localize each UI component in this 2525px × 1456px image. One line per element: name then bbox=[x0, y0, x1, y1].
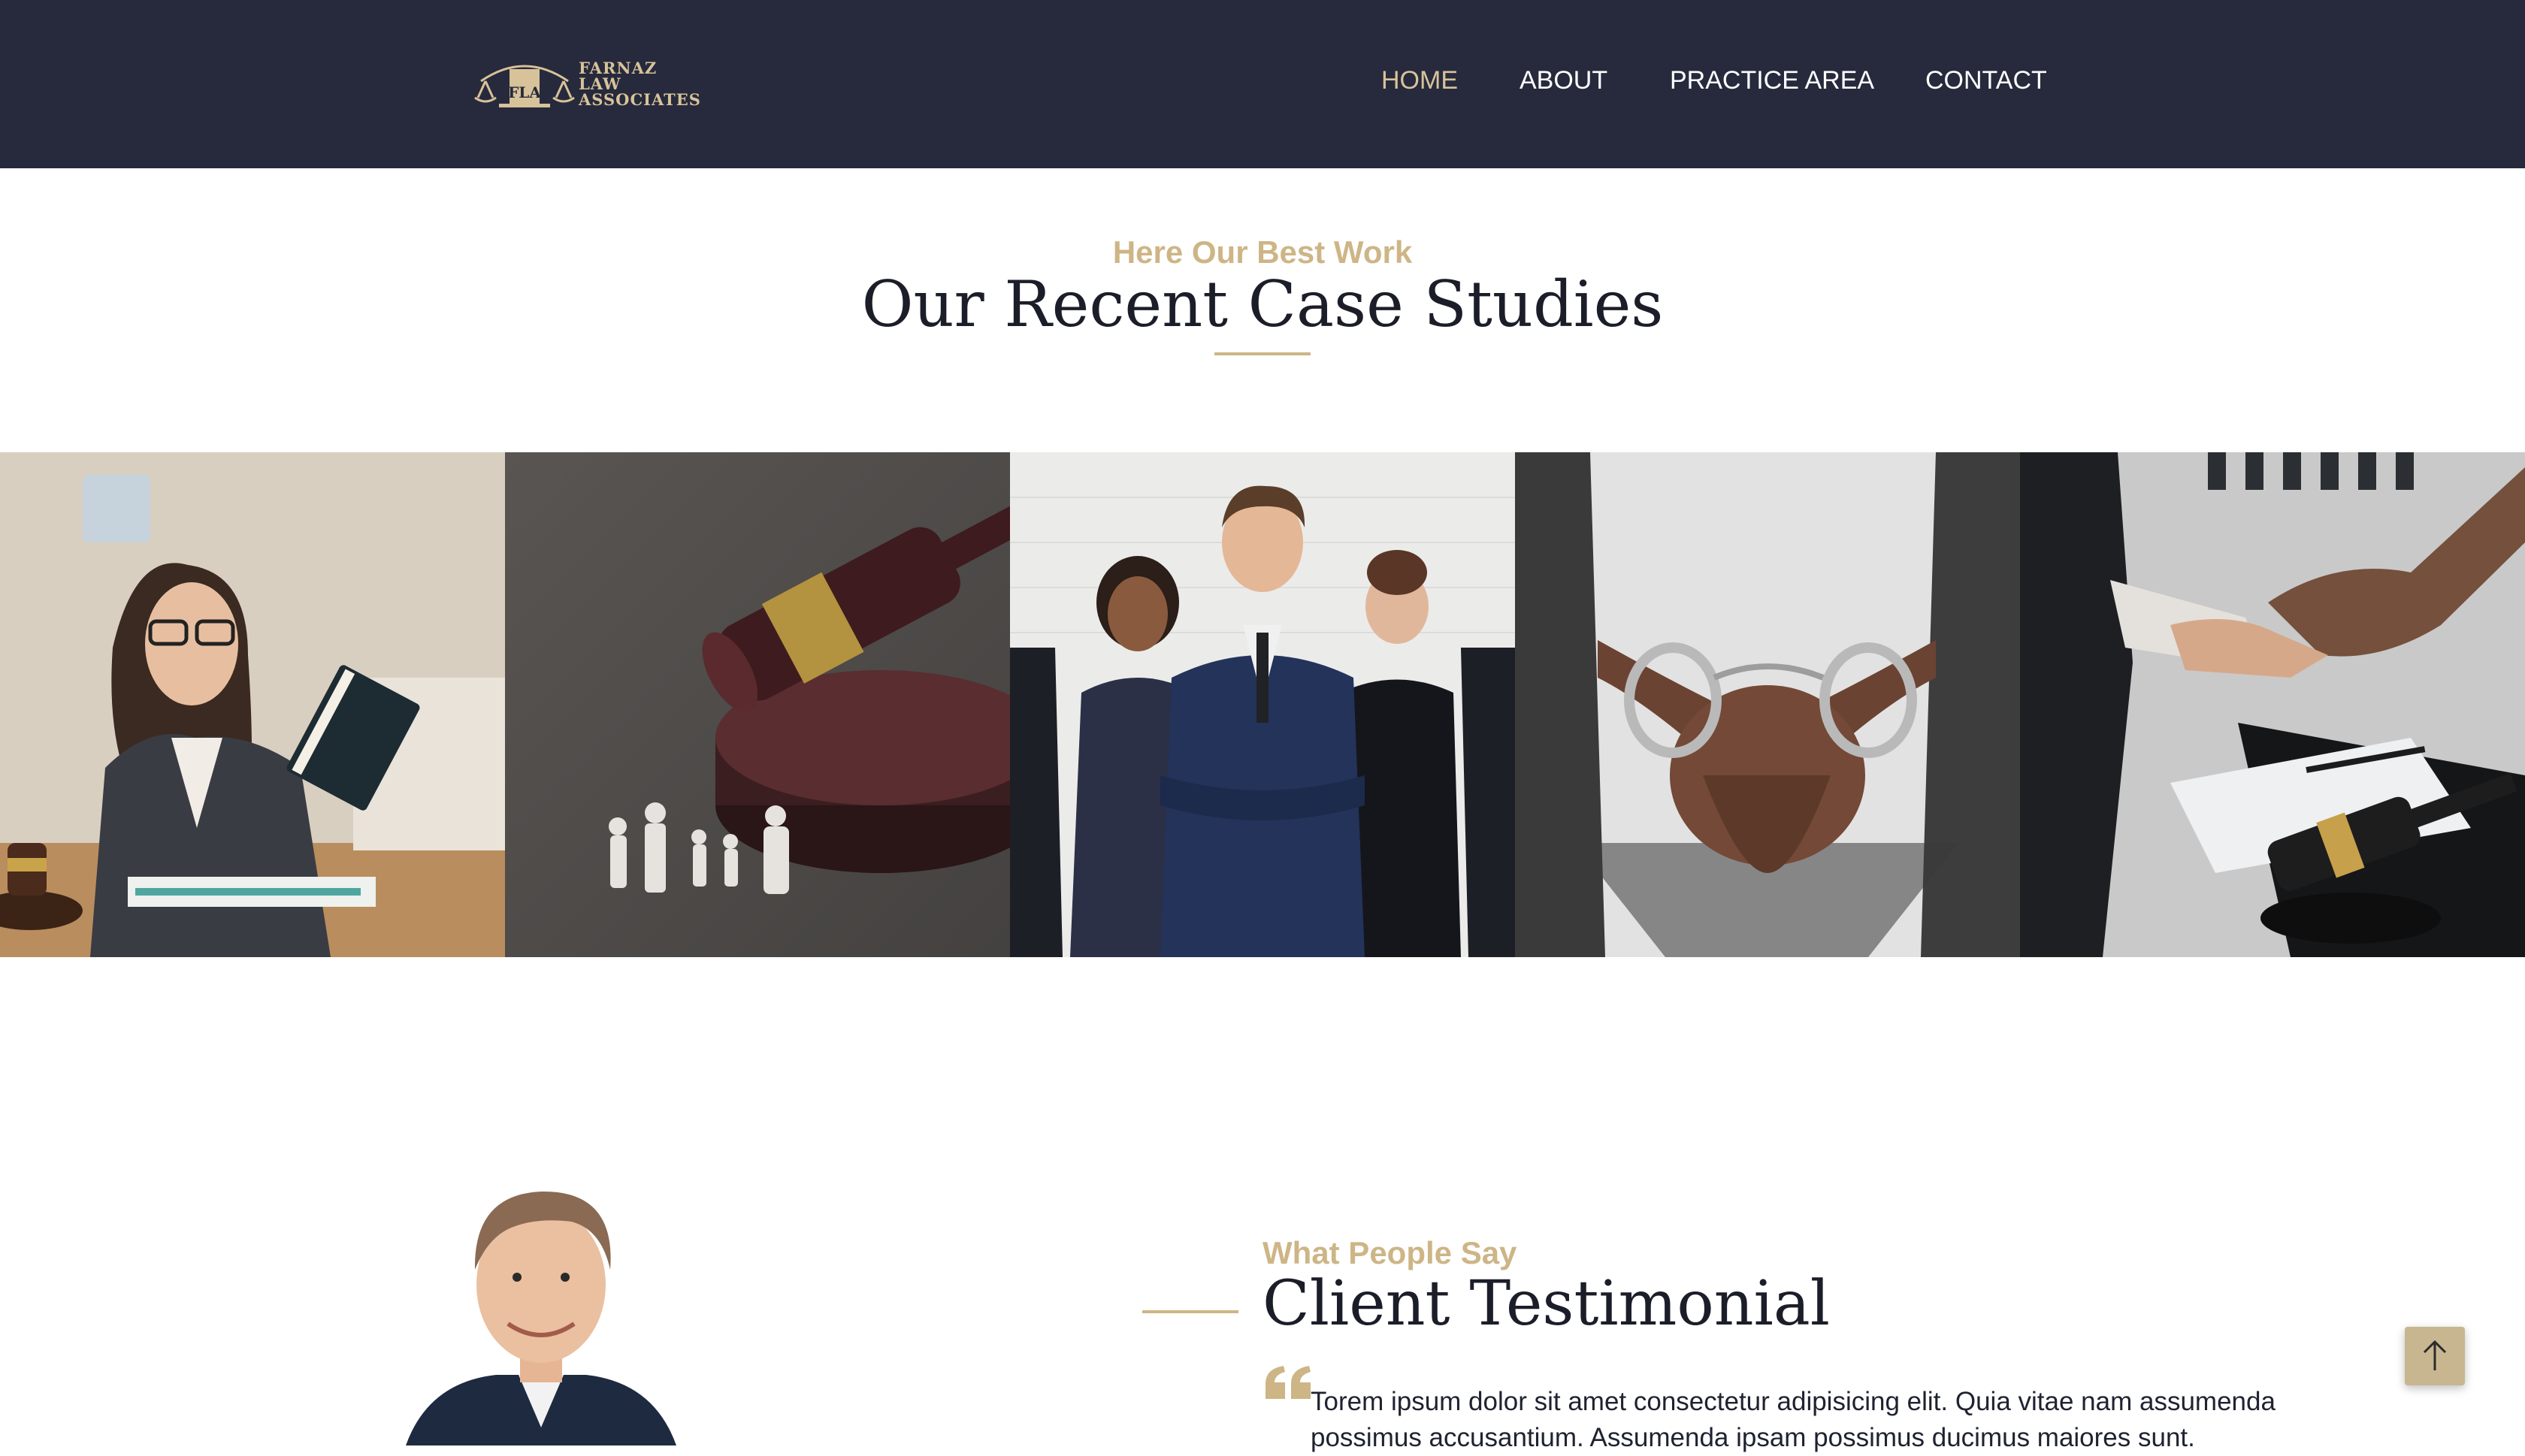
nav-practice-area[interactable]: PRACTICE AREA bbox=[1670, 66, 1874, 102]
site-header: FLA FARNAZ LAW ASSOCIATES HOME ABOUT PRA… bbox=[0, 0, 2525, 168]
case-study-image-2[interactable] bbox=[505, 452, 1010, 957]
arrow-up-icon bbox=[2423, 1340, 2447, 1370]
case-study-image-5[interactable] bbox=[2020, 452, 2525, 957]
testimonial-line bbox=[1142, 1310, 1238, 1313]
client-portrait bbox=[361, 1157, 721, 1445]
nav-home[interactable]: HOME bbox=[1381, 66, 1458, 102]
logo-wordmark: FARNAZ LAW ASSOCIATES bbox=[579, 60, 701, 107]
testimonial-title: Client Testimonial bbox=[1262, 1268, 1830, 1340]
nav-contact[interactable]: CONTACT bbox=[1925, 66, 2047, 102]
testimonial-subtitle: What People Say bbox=[1262, 1235, 1517, 1270]
logo-line-2: LAW bbox=[579, 74, 621, 93]
case-study-image-4[interactable] bbox=[1515, 452, 2020, 957]
nav-about[interactable]: ABOUT bbox=[1520, 66, 1607, 102]
case-study-image-1[interactable] bbox=[0, 452, 505, 957]
title-underline bbox=[1214, 352, 1311, 355]
quote-icon bbox=[1262, 1361, 1315, 1403]
scales-of-justice-icon: FLA bbox=[474, 65, 575, 107]
case-studies-title: Our Recent Case Studies bbox=[861, 267, 1664, 341]
case-studies-subtitle: Here Our Best Work bbox=[1112, 234, 1413, 270]
scroll-to-top-button[interactable] bbox=[2405, 1327, 2465, 1385]
logo-line-3: ASSOCIATES bbox=[579, 90, 701, 109]
svg-text:FLA: FLA bbox=[508, 83, 541, 101]
logo-line-1: FARNAZ bbox=[579, 59, 658, 77]
site-logo[interactable]: FLA FARNAZ LAW ASSOCIATES bbox=[472, 53, 702, 110]
case-study-image-3[interactable] bbox=[1010, 452, 1515, 957]
